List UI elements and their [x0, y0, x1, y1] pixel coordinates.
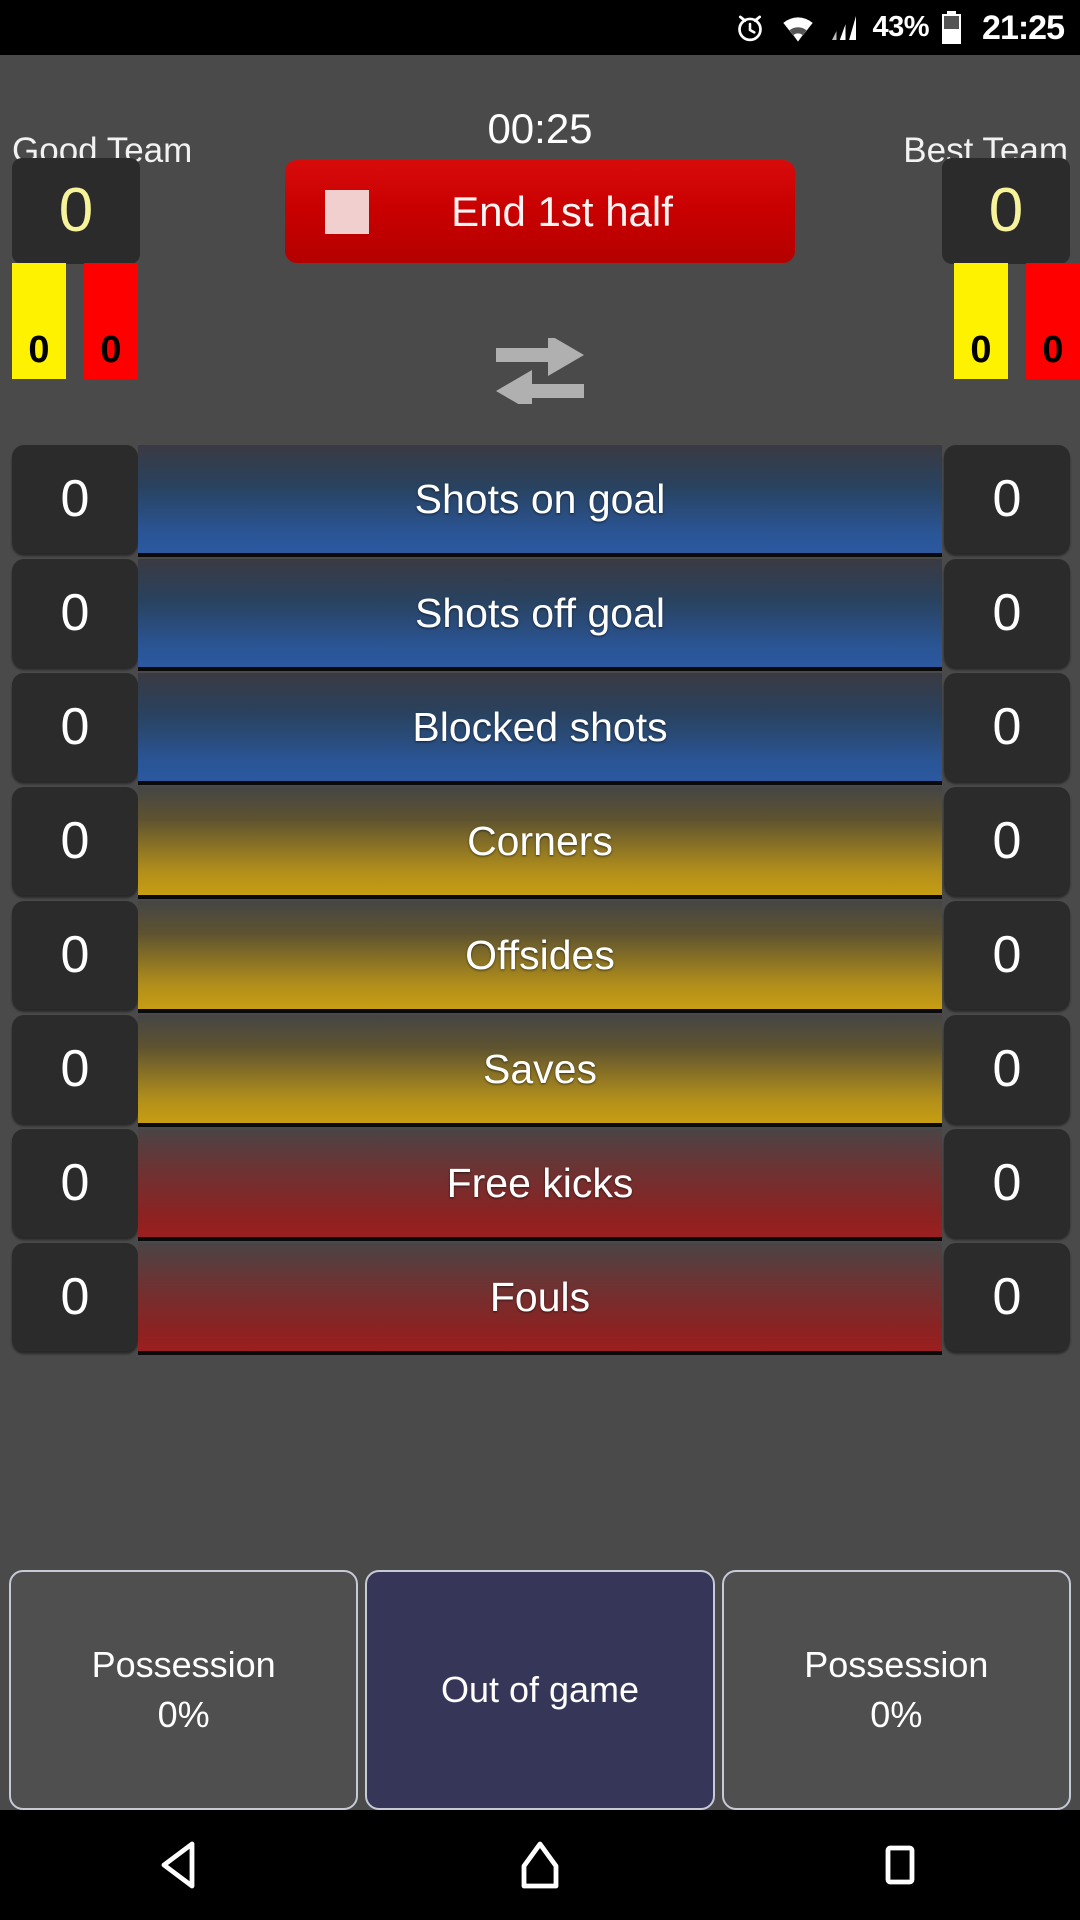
stat-label: Shots off goal	[415, 589, 665, 636]
app-root: 43% 21:25 Good Team Best Team 0 0 0 0 0	[0, 0, 1080, 1920]
alarm-clock-icon	[733, 11, 767, 45]
stat-bar[interactable]: Corners	[138, 787, 942, 899]
scoreboard-header: Good Team Best Team 0 0 0 0 0 0 00:25 En…	[0, 55, 1080, 435]
stat-home-counter[interactable]: 0	[12, 559, 138, 667]
stat-bar[interactable]: Shots on goal	[138, 445, 942, 557]
status-bar-clock: 21:25	[982, 8, 1065, 47]
swap-horizontal-icon	[488, 338, 592, 404]
stat-away-value: 0	[992, 470, 1022, 528]
stat-home-counter[interactable]: 0	[12, 1015, 138, 1123]
stat-away-counter[interactable]: 0	[944, 1129, 1070, 1237]
battery-percent-label: 43%	[872, 11, 930, 43]
stat-bar[interactable]: Free kicks	[138, 1129, 942, 1241]
swap-sides-button[interactable]	[0, 338, 1080, 404]
nav-home-button[interactable]	[465, 1810, 615, 1920]
stat-away-counter[interactable]: 0	[944, 787, 1070, 895]
stats-list: 0 Shots on goal 0 0 Shots off goal 0 0 Blocked …	[0, 445, 1080, 1357]
nav-back-button[interactable]	[105, 1810, 255, 1920]
stat-row: 0 Saves 0	[0, 1015, 1080, 1127]
stat-home-counter[interactable]: 0	[12, 901, 138, 1009]
stat-home-value: 0	[60, 1154, 90, 1212]
status-bar: 43% 21:25	[0, 0, 1080, 55]
stat-bar[interactable]: Fouls	[138, 1243, 942, 1355]
stat-label: Free kicks	[446, 1159, 634, 1206]
stat-bar[interactable]: Saves	[138, 1015, 942, 1127]
android-nav-bar	[0, 1810, 1080, 1920]
stat-row: 0 Blocked shots 0	[0, 673, 1080, 785]
stat-home-counter[interactable]: 0	[12, 673, 138, 781]
stop-square-icon	[325, 189, 369, 234]
stat-row: 0 Free kicks 0	[0, 1129, 1080, 1241]
match-timer: 00:25	[487, 105, 593, 152]
home-score-value: 0	[58, 176, 94, 245]
stat-row: 0 Shots off goal 0	[0, 559, 1080, 671]
stat-home-value: 0	[60, 584, 90, 642]
away-possession-title: Possession	[804, 1644, 989, 1685]
stat-home-value: 0	[60, 1268, 90, 1326]
stat-bar[interactable]: Shots off goal	[138, 559, 942, 671]
nav-recents-button[interactable]	[825, 1810, 975, 1920]
end-half-button[interactable]: End 1st half	[285, 160, 795, 263]
stat-home-value: 0	[60, 470, 90, 528]
away-possession-button[interactable]: Possession 0%	[721, 1570, 1071, 1810]
stat-home-value: 0	[60, 812, 90, 870]
stat-away-counter[interactable]: 0	[944, 1015, 1070, 1123]
stat-away-counter[interactable]: 0	[944, 901, 1070, 1009]
stat-away-counter[interactable]: 0	[944, 673, 1070, 781]
bottom-button-bar: Possession 0% Out of game Possession 0%	[0, 1570, 1080, 1810]
away-score-box[interactable]: 0	[942, 158, 1070, 264]
stat-home-counter[interactable]: 0	[12, 787, 138, 895]
out-of-game-label: Out of game	[440, 1669, 640, 1710]
stat-away-value: 0	[992, 1154, 1022, 1212]
stat-away-counter[interactable]: 0	[944, 445, 1070, 553]
stat-away-value: 0	[992, 584, 1022, 642]
stat-label: Shots on goal	[414, 475, 666, 522]
stat-home-value: 0	[60, 1040, 90, 1098]
out-of-game-button[interactable]: Out of game	[365, 1570, 715, 1810]
back-triangle-icon	[158, 1840, 202, 1890]
stat-away-counter[interactable]: 0	[944, 1243, 1070, 1351]
battery-icon	[942, 11, 962, 44]
home-possession-value: 0%	[157, 1694, 210, 1735]
stat-home-counter[interactable]: 0	[12, 1243, 138, 1351]
cell-signal-icon	[829, 13, 859, 43]
stat-label: Offsides	[465, 931, 615, 978]
home-icon	[518, 1840, 562, 1890]
stat-away-counter[interactable]: 0	[944, 559, 1070, 667]
stat-home-counter[interactable]: 0	[12, 1129, 138, 1237]
stat-away-value: 0	[992, 1040, 1022, 1098]
stat-label: Fouls	[489, 1273, 591, 1320]
recents-square-icon	[880, 1842, 920, 1888]
stat-bar[interactable]: Blocked shots	[138, 673, 942, 785]
stat-home-counter[interactable]: 0	[12, 445, 138, 553]
status-bar-icons: 43% 21:25	[733, 8, 1065, 47]
stat-bar[interactable]: Offsides	[138, 901, 942, 1013]
stat-away-value: 0	[992, 812, 1022, 870]
away-score-value: 0	[988, 176, 1024, 245]
stat-home-value: 0	[60, 926, 90, 984]
home-score-box[interactable]: 0	[12, 158, 140, 264]
stat-row: 0 Corners 0	[0, 787, 1080, 899]
stat-away-value: 0	[992, 926, 1022, 984]
end-half-label: End 1st half	[451, 187, 673, 235]
stat-home-value: 0	[60, 698, 90, 756]
stat-label: Blocked shots	[412, 703, 668, 750]
stat-row: 0 Offsides 0	[0, 901, 1080, 1013]
stat-away-value: 0	[992, 1268, 1022, 1326]
wifi-icon	[780, 13, 816, 43]
stat-label: Saves	[483, 1045, 597, 1092]
home-possession-title: Possession	[91, 1644, 276, 1685]
away-possession-value: 0%	[870, 1694, 923, 1735]
home-possession-button[interactable]: Possession 0%	[9, 1570, 359, 1810]
stat-row: 0 Shots on goal 0	[0, 445, 1080, 557]
stat-row: 0 Fouls 0	[0, 1243, 1080, 1355]
stat-away-value: 0	[992, 698, 1022, 756]
stat-label: Corners	[467, 817, 613, 864]
